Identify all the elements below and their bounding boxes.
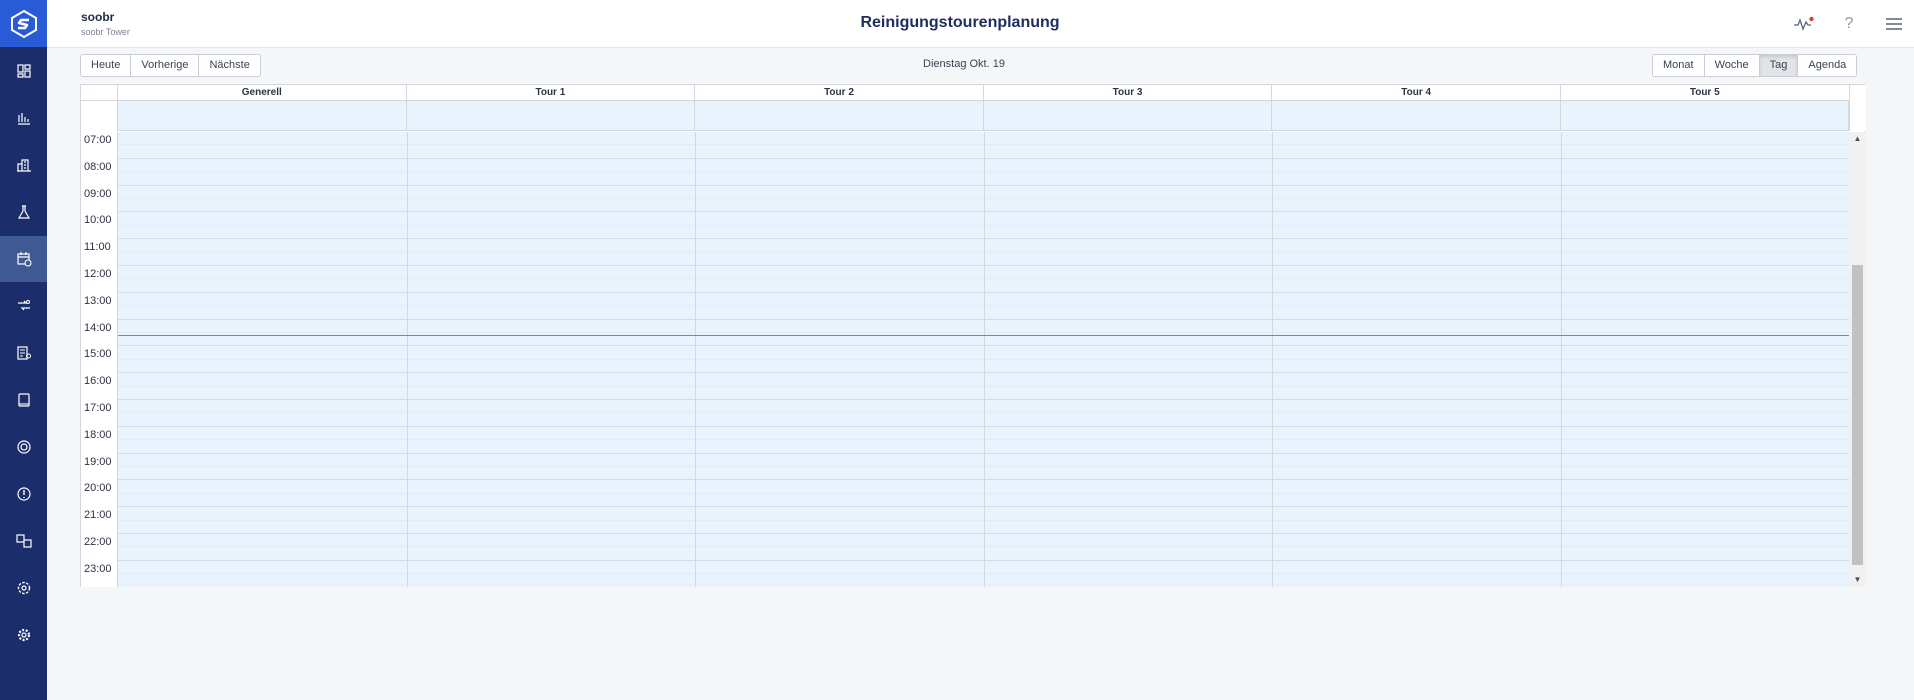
logo-icon [10, 9, 37, 38]
nav-translations[interactable] [0, 518, 47, 564]
view-week-button[interactable]: Woche [1704, 55, 1760, 76]
flask-icon [17, 205, 30, 219]
time-gutter-header [81, 85, 118, 100]
time-gutter: 07:00 08:00 09:00 10:00 11:00 12:00 13:00 14:00… [81, 132, 118, 587]
view-button-group: Monat Woche Tag Agenda [1652, 54, 1858, 77]
gear-icon [17, 628, 30, 642]
column-header-tour-1: Tour 1 [407, 85, 696, 100]
translate-icon [15, 534, 32, 548]
column-header-tour-2: Tour 2 [695, 85, 984, 100]
day-calendar: Generell Tour 1 Tour 2 Tour 3 Tour 4 Tou… [80, 84, 1866, 587]
allday-cell-tour-1[interactable] [407, 101, 695, 130]
time-label: 08:00 [84, 160, 112, 173]
column-divider [695, 132, 697, 587]
settings-cog-icon [17, 581, 30, 595]
time-label: 22:00 [84, 536, 112, 548]
help-button[interactable]: ? [1838, 14, 1860, 34]
report-icon [16, 346, 31, 360]
nav-buildings[interactable] [0, 142, 47, 188]
nav-devices[interactable] [0, 377, 47, 423]
nav-dashboard[interactable] [0, 48, 47, 94]
time-label: 19:00 [84, 455, 112, 468]
scroll-thumb[interactable] [1852, 265, 1863, 565]
swap-users-icon [17, 300, 30, 311]
menu-icon [1886, 18, 1902, 30]
activity-icon [1794, 16, 1814, 31]
nav-settings[interactable] [0, 612, 47, 658]
nav-analytics[interactable] [0, 95, 47, 141]
allday-cell-tour-3[interactable] [984, 101, 1272, 130]
time-label: 23:00 [84, 562, 112, 575]
column-divider [406, 132, 408, 587]
soobr-logo[interactable] [0, 0, 47, 47]
vertical-scrollbar[interactable]: ▲ ▼ [1849, 132, 1866, 587]
time-label: 13:00 [84, 294, 112, 307]
scroll-down-arrow-icon[interactable]: ▼ [1849, 573, 1866, 587]
time-label: 14:00 [84, 321, 112, 334]
calendar-icon [16, 252, 32, 267]
time-label: 16:00 [84, 375, 112, 388]
current-time-indicator [118, 335, 1849, 336]
column-header-tour-3: Tour 3 [984, 85, 1273, 100]
time-label: 21:00 [84, 509, 112, 522]
menu-button[interactable] [1883, 14, 1905, 34]
time-slots[interactable] [118, 132, 1849, 587]
time-label: 10:00 [84, 214, 112, 227]
allday-gutter [81, 101, 118, 131]
time-label: 12:00 [84, 268, 112, 280]
current-date-label: Dienstag Okt. 19 [923, 58, 1005, 70]
time-grid: 07:00 08:00 09:00 10:00 11:00 12:00 13:00 14:00… [81, 132, 1866, 587]
column-divider [983, 132, 985, 587]
nav-lab[interactable] [0, 189, 47, 235]
nav-alerts[interactable] [0, 471, 47, 517]
allday-cell-tour-4[interactable] [1272, 101, 1561, 130]
activity-button[interactable] [1793, 14, 1815, 34]
time-label: 17:00 [84, 402, 112, 414]
time-label: 07:00 [84, 134, 112, 146]
time-label: 20:00 [84, 482, 112, 495]
column-header-tour-4: Tour 4 [1272, 85, 1561, 100]
bar-chart-icon [17, 113, 30, 125]
column-divider [1272, 132, 1274, 587]
scroll-up-arrow-icon[interactable]: ▲ [1849, 132, 1866, 146]
view-month-button[interactable]: Monat [1653, 55, 1705, 76]
time-label: 15:00 [84, 348, 112, 361]
sidebar [0, 0, 47, 700]
time-label: 18:00 [84, 428, 112, 441]
view-agenda-button[interactable]: Agenda [1798, 55, 1857, 76]
resource-header-row: Generell Tour 1 Tour 2 Tour 3 Tour 4 Tou… [81, 85, 1866, 101]
page-title: Reinigungstourenplanung [860, 14, 1060, 31]
tablet-icon [17, 393, 30, 407]
top-header: soobr soobr Tower Reinigungstourenplanun… [47, 0, 1914, 48]
target-icon [16, 440, 31, 454]
nav-configuration[interactable] [0, 565, 47, 611]
nav-assignments[interactable] [0, 283, 47, 329]
column-header-generell: Generell [118, 85, 407, 100]
building-icon [16, 159, 31, 172]
allday-cell-tour-5[interactable] [1561, 101, 1849, 130]
allday-cell-generell[interactable] [118, 101, 407, 130]
help-icon: ? [1844, 15, 1854, 32]
alert-icon [16, 487, 31, 501]
time-label: 11:00 [84, 241, 111, 254]
allday-cell-tour-2[interactable] [695, 101, 984, 130]
column-header-tour-5: Tour 5 [1561, 85, 1850, 100]
nav-targets[interactable] [0, 424, 47, 470]
column-divider [1561, 132, 1562, 587]
view-day-button[interactable]: Tag [1759, 55, 1799, 76]
header-scroll-pad [1849, 85, 1866, 131]
nav-reports[interactable] [0, 330, 47, 376]
time-label: 09:00 [84, 187, 112, 200]
allday-row [118, 101, 1849, 131]
nav-calendar[interactable] [0, 236, 47, 282]
